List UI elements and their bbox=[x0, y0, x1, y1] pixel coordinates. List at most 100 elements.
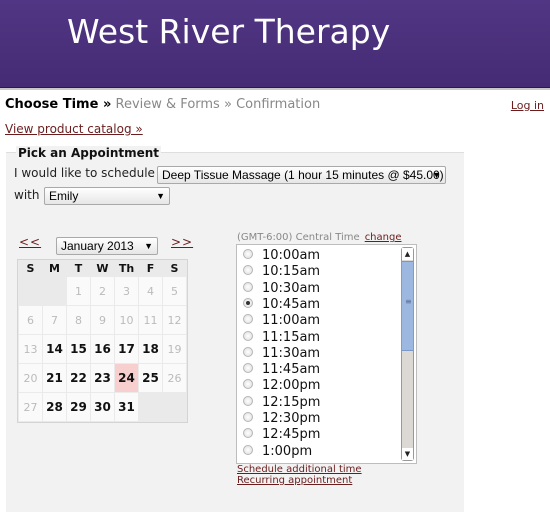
calendar-week-row: 27 28 29 30 31 bbox=[19, 393, 186, 421]
radio-unchecked-icon[interactable] bbox=[243, 395, 253, 406]
recurring-appointment-link[interactable]: Recurring appointment bbox=[237, 475, 352, 486]
calendar-day-available[interactable]: 23 bbox=[91, 364, 114, 392]
site-header: West River Therapy bbox=[0, 0, 550, 88]
calendar-empty-cell bbox=[163, 393, 186, 421]
step-review-forms: Review & Forms bbox=[115, 97, 220, 112]
radio-unchecked-icon[interactable] bbox=[243, 412, 253, 422]
calendar-day-available[interactable]: 16 bbox=[91, 335, 114, 363]
time-slot-label: 11:00am bbox=[262, 313, 321, 329]
radio-unchecked-icon[interactable] bbox=[243, 265, 253, 276]
time-slot-label: 11:30am bbox=[262, 345, 321, 361]
service-select[interactable]: Deep Tissue Massage (1 hour 15 minutes @… bbox=[157, 166, 446, 184]
weekday-header: W bbox=[91, 261, 114, 276]
calendar-day-available[interactable]: 21 bbox=[43, 364, 66, 392]
calendar-day-unavailable: 13 bbox=[19, 335, 42, 363]
time-slot-option[interactable]: 10:30am bbox=[243, 281, 320, 297]
prev-month-link[interactable]: << bbox=[19, 235, 41, 249]
calendar-empty-cell bbox=[43, 277, 66, 305]
radio-unchecked-icon[interactable] bbox=[243, 444, 253, 455]
month-select[interactable]: January 2013 ▼ bbox=[56, 237, 158, 255]
time-slot-label: 10:30am bbox=[262, 280, 321, 296]
calendar-day-available[interactable]: 22 bbox=[67, 364, 90, 392]
time-slot-list[interactable]: 10:00am 10:15am 10:30am 10:45am 11:00am 11:15… bbox=[236, 244, 417, 464]
calendar-day-available[interactable]: 30 bbox=[91, 393, 114, 421]
calendar-day-available[interactable]: 18 bbox=[139, 335, 162, 363]
time-slot-option[interactable]: 10:15am bbox=[243, 264, 320, 280]
calendar-day-unavailable: 27 bbox=[19, 393, 42, 421]
calendar-day-available[interactable]: 15 bbox=[67, 335, 90, 363]
radio-unchecked-icon[interactable] bbox=[243, 363, 253, 374]
radio-unchecked-icon[interactable] bbox=[243, 314, 253, 325]
time-slot-option[interactable]: 11:15am bbox=[243, 330, 320, 346]
weekday-header: S bbox=[163, 261, 186, 276]
time-slot-label: 11:15am bbox=[262, 329, 321, 345]
step-separator: » bbox=[223, 97, 232, 112]
service-select-value: Deep Tissue Massage (1 hour 15 minutes @… bbox=[162, 168, 444, 182]
login-link[interactable]: Log in bbox=[511, 99, 544, 112]
time-slot-label: 1:00pm bbox=[262, 443, 313, 459]
weekday-header: Th bbox=[115, 261, 138, 276]
calendar-week-row: 20 21 22 23 24 25 26 bbox=[19, 364, 186, 392]
calendar: S M T W Th F S 1 2 3 4 5 6 7 8 9 10 11 12 13 14 15 16 17… bbox=[17, 259, 188, 423]
time-slot-label: 10:15am bbox=[262, 264, 321, 280]
radio-checked-icon[interactable] bbox=[243, 297, 253, 308]
radio-unchecked-icon[interactable] bbox=[243, 346, 253, 357]
time-slot-label: 11:45am bbox=[262, 362, 321, 378]
calendar-day-unavailable: 8 bbox=[67, 306, 90, 334]
time-list-scrollbar[interactable]: ▲ ≡ ▼ bbox=[401, 247, 414, 461]
time-slot-option[interactable]: 11:00am bbox=[243, 313, 320, 329]
time-slot-option[interactable]: 11:45am bbox=[243, 362, 320, 378]
time-slot-option[interactable]: 10:00am bbox=[243, 248, 320, 264]
calendar-week-row: 13 14 15 16 17 18 19 bbox=[19, 335, 186, 363]
timezone-info: (GMT-6:00) Central Time change bbox=[237, 232, 402, 243]
next-month-link[interactable]: >> bbox=[171, 235, 193, 249]
calendar-empty-cell bbox=[19, 277, 42, 305]
staff-select-value: Emily bbox=[49, 189, 79, 203]
radio-unchecked-icon[interactable] bbox=[243, 330, 253, 341]
time-slot-option[interactable]: 12:15pm bbox=[243, 395, 320, 411]
staff-select[interactable]: Emily ▼ bbox=[44, 187, 170, 205]
calendar-day-available[interactable]: 29 bbox=[67, 393, 90, 421]
calendar-day-unavailable: 5 bbox=[163, 277, 186, 305]
header-divider bbox=[0, 88, 550, 90]
change-timezone-link[interactable]: change bbox=[365, 232, 402, 243]
calendar-day-unavailable: 26 bbox=[163, 364, 186, 392]
calendar-day-unavailable: 9 bbox=[91, 306, 114, 334]
calendar-day-unavailable: 19 bbox=[163, 335, 186, 363]
calendar-day-available[interactable]: 25 bbox=[139, 364, 162, 392]
step-confirmation: Confirmation bbox=[236, 97, 321, 112]
calendar-day-unavailable: 7 bbox=[43, 306, 66, 334]
calendar-day-available[interactable]: 14 bbox=[43, 335, 66, 363]
calendar-day-available[interactable]: 28 bbox=[43, 393, 66, 421]
dropdown-arrow-icon: ▼ bbox=[156, 191, 165, 201]
calendar-day-unavailable: 10 bbox=[115, 306, 138, 334]
scrollbar-thumb[interactable]: ≡ bbox=[402, 261, 413, 351]
radio-unchecked-icon[interactable] bbox=[243, 379, 253, 390]
scroll-up-arrow-icon[interactable]: ▲ bbox=[402, 248, 413, 260]
month-select-value: January 2013 bbox=[61, 239, 134, 253]
radio-unchecked-icon[interactable] bbox=[243, 428, 253, 439]
time-slot-option[interactable]: 1:00pm bbox=[243, 444, 312, 460]
step-choose-time: Choose Time » bbox=[5, 97, 112, 112]
calendar-empty-cell bbox=[139, 393, 162, 421]
calendar-day-unavailable: 4 bbox=[139, 277, 162, 305]
time-slot-label: 12:45pm bbox=[262, 427, 321, 443]
time-slot-option[interactable]: 11:30am bbox=[243, 346, 320, 362]
time-slot-label: 12:00pm bbox=[262, 378, 321, 394]
scroll-down-arrow-icon[interactable]: ▼ bbox=[402, 448, 413, 460]
calendar-day-available[interactable]: 17 bbox=[115, 335, 138, 363]
radio-unchecked-icon[interactable] bbox=[243, 249, 253, 259]
schedule-additional-time-link[interactable]: Schedule additional time bbox=[237, 464, 362, 475]
calendar-day-unavailable: 11 bbox=[139, 306, 162, 334]
calendar-day-available[interactable]: 31 bbox=[115, 393, 138, 421]
calendar-day-unavailable: 20 bbox=[19, 364, 42, 392]
time-slot-option[interactable]: 10:45am bbox=[243, 297, 320, 313]
time-slot-label: 10:00am bbox=[262, 248, 321, 263]
view-catalog-link[interactable]: View product catalog » bbox=[5, 122, 143, 136]
time-slot-option[interactable]: 12:30pm bbox=[243, 411, 320, 427]
time-slot-option[interactable]: 12:00pm bbox=[243, 378, 320, 394]
radio-unchecked-icon[interactable] bbox=[243, 281, 253, 292]
calendar-day-selected[interactable]: 24 bbox=[115, 364, 138, 392]
time-slot-option[interactable]: 12:45pm bbox=[243, 427, 320, 443]
weekday-header: F bbox=[139, 261, 162, 276]
